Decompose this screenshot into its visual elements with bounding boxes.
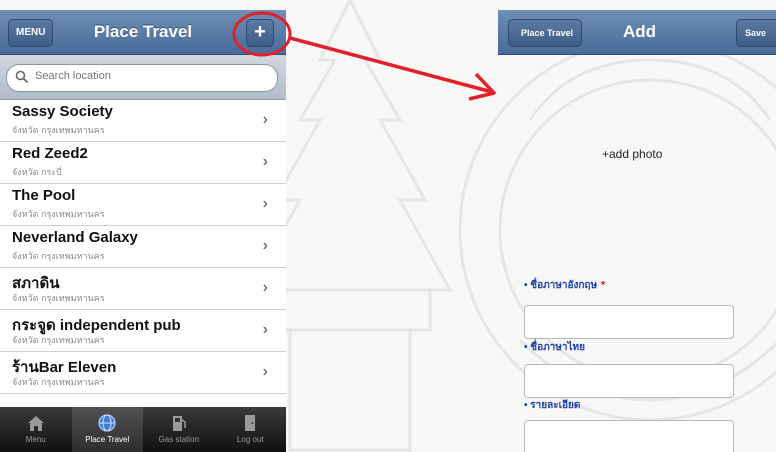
place-province: จังหวัด กรุงเทพมหานคร [12,209,105,219]
screen-title: Add [623,22,657,41]
chevron-right-icon: › [262,153,268,170]
chevron-right-icon: › [262,363,268,380]
tab-label: Log out [236,435,264,444]
list-item[interactable]: ร้านBar Eleven จังหวัด กรุงเทพมหานคร › [0,352,286,394]
add-place-button[interactable]: + [246,19,274,47]
place-province: จังหวัด กรุงเทพมหานคร [12,251,105,261]
thai-name-field[interactable] [524,364,734,398]
place-province: จังหวัด กระบี่ [12,167,62,177]
place-province: จังหวัด กรุงเทพมหานคร [12,335,105,345]
search-input[interactable] [33,69,237,83]
save-button[interactable]: Save [736,19,776,47]
list-item[interactable]: Red Zeed2 จังหวัด กระบี่ › [0,142,286,184]
chevron-right-icon: › [262,237,268,254]
english-name-label: • ชื่อภาษาอังกฤษ * [524,280,605,291]
search-bar [0,55,286,100]
place-province: จังหวัด กรุงเทพมหานคร [12,293,105,303]
tab-label: Gas station [158,435,199,444]
tab-place-travel[interactable]: Place Travel [71,407,143,452]
chevron-right-icon: › [262,279,268,296]
place-province: จังหวัด กรุงเทพมหานคร [12,125,105,135]
tab-menu[interactable]: Menu [0,407,72,452]
thai-name-label: • ชื่อภาษาไทย [524,342,585,353]
description-label: • รายละเอียด [524,400,581,411]
list-item[interactable]: The Pool จังหวัด กรุงเทพมหานคร › [0,184,286,226]
tab-gas-station[interactable]: Gas station [143,407,215,452]
back-button[interactable]: Place Travel [508,19,583,47]
chevron-right-icon: › [262,321,268,338]
chevron-right-icon: › [262,111,268,128]
search-icon [15,70,29,84]
place-list-screen: Place Travel MENU + Sassy Society จังหวั… [0,10,286,452]
add-place-screen: Place Travel Add Save +add photo • ชื่อภ… [498,10,776,452]
place-name: Red Zeed2 [12,145,88,162]
place-list: Sassy Society จังหวัด กรุงเทพมหานคร › Re… [0,100,286,394]
navigation-bar: Place Travel MENU + [0,10,286,55]
navigation-bar: Place Travel Add Save [498,10,776,55]
search-field[interactable] [6,64,278,92]
place-province: จังหวัด กรุงเทพมหานคร [12,377,105,387]
chevron-right-icon: › [262,195,268,212]
photo-area[interactable]: +add photo [498,55,776,255]
door-icon [245,415,256,431]
tab-label: Menu [25,435,46,444]
add-photo-button[interactable]: +add photo [602,147,662,161]
place-name: Neverland Galaxy [12,229,138,246]
tab-log-out[interactable]: Log out [215,407,287,452]
list-item[interactable]: สภาดิน จังหวัด กรุงเทพมหานคร › [0,268,286,310]
globe-icon [98,414,116,432]
list-item[interactable]: Neverland Galaxy จังหวัด กรุงเทพมหานคร › [0,226,286,268]
description-field[interactable] [524,420,734,452]
required-mark: * [601,280,605,291]
list-item[interactable]: กระจูด independent pub จังหวัด กรุงเทพมห… [0,310,286,352]
list-item[interactable]: Sassy Society จังหวัด กรุงเทพมหานคร › [0,100,286,142]
place-name: The Pool [12,187,76,204]
english-name-field[interactable] [524,305,734,339]
place-name: Sassy Society [12,103,113,120]
tab-label: Place Travel [85,435,130,444]
home-icon [27,416,44,431]
tab-bar: Menu Place Travel Gas station Log out [0,407,286,452]
gas-pump-icon [172,416,186,431]
menu-button[interactable]: MENU [8,19,54,47]
